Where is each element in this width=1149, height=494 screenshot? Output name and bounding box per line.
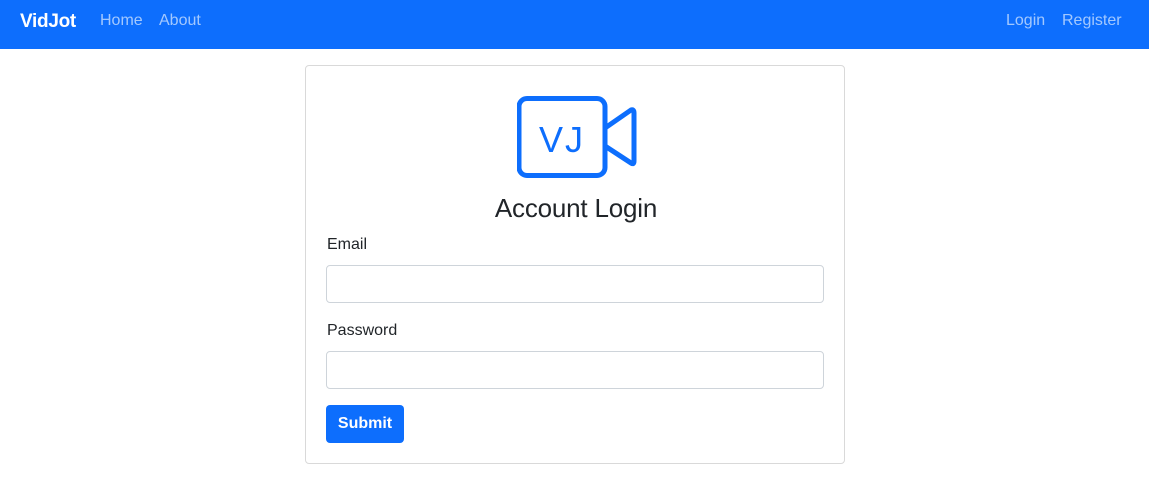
email-label: Email (327, 236, 368, 253)
login-card: VJ Account Login Email Password Submit (305, 65, 845, 464)
brand-link[interactable]: VidJot (20, 11, 76, 33)
page-title: Account Login (494, 193, 658, 223)
nav-link-about[interactable]: About (159, 12, 201, 30)
nav-link-login[interactable]: Login (1006, 12, 1045, 30)
email-field[interactable] (326, 265, 824, 303)
nav-link-home[interactable]: Home (100, 12, 143, 30)
password-field[interactable] (326, 351, 824, 389)
nav-link-register[interactable]: Register (1062, 12, 1122, 30)
submit-button[interactable]: Submit (326, 405, 404, 443)
top-navbar: VidJot Home About Login Register (0, 0, 1149, 49)
logo-text: VJ (539, 119, 585, 160)
password-label: Password (327, 322, 398, 339)
video-camera-icon: VJ (517, 96, 637, 178)
